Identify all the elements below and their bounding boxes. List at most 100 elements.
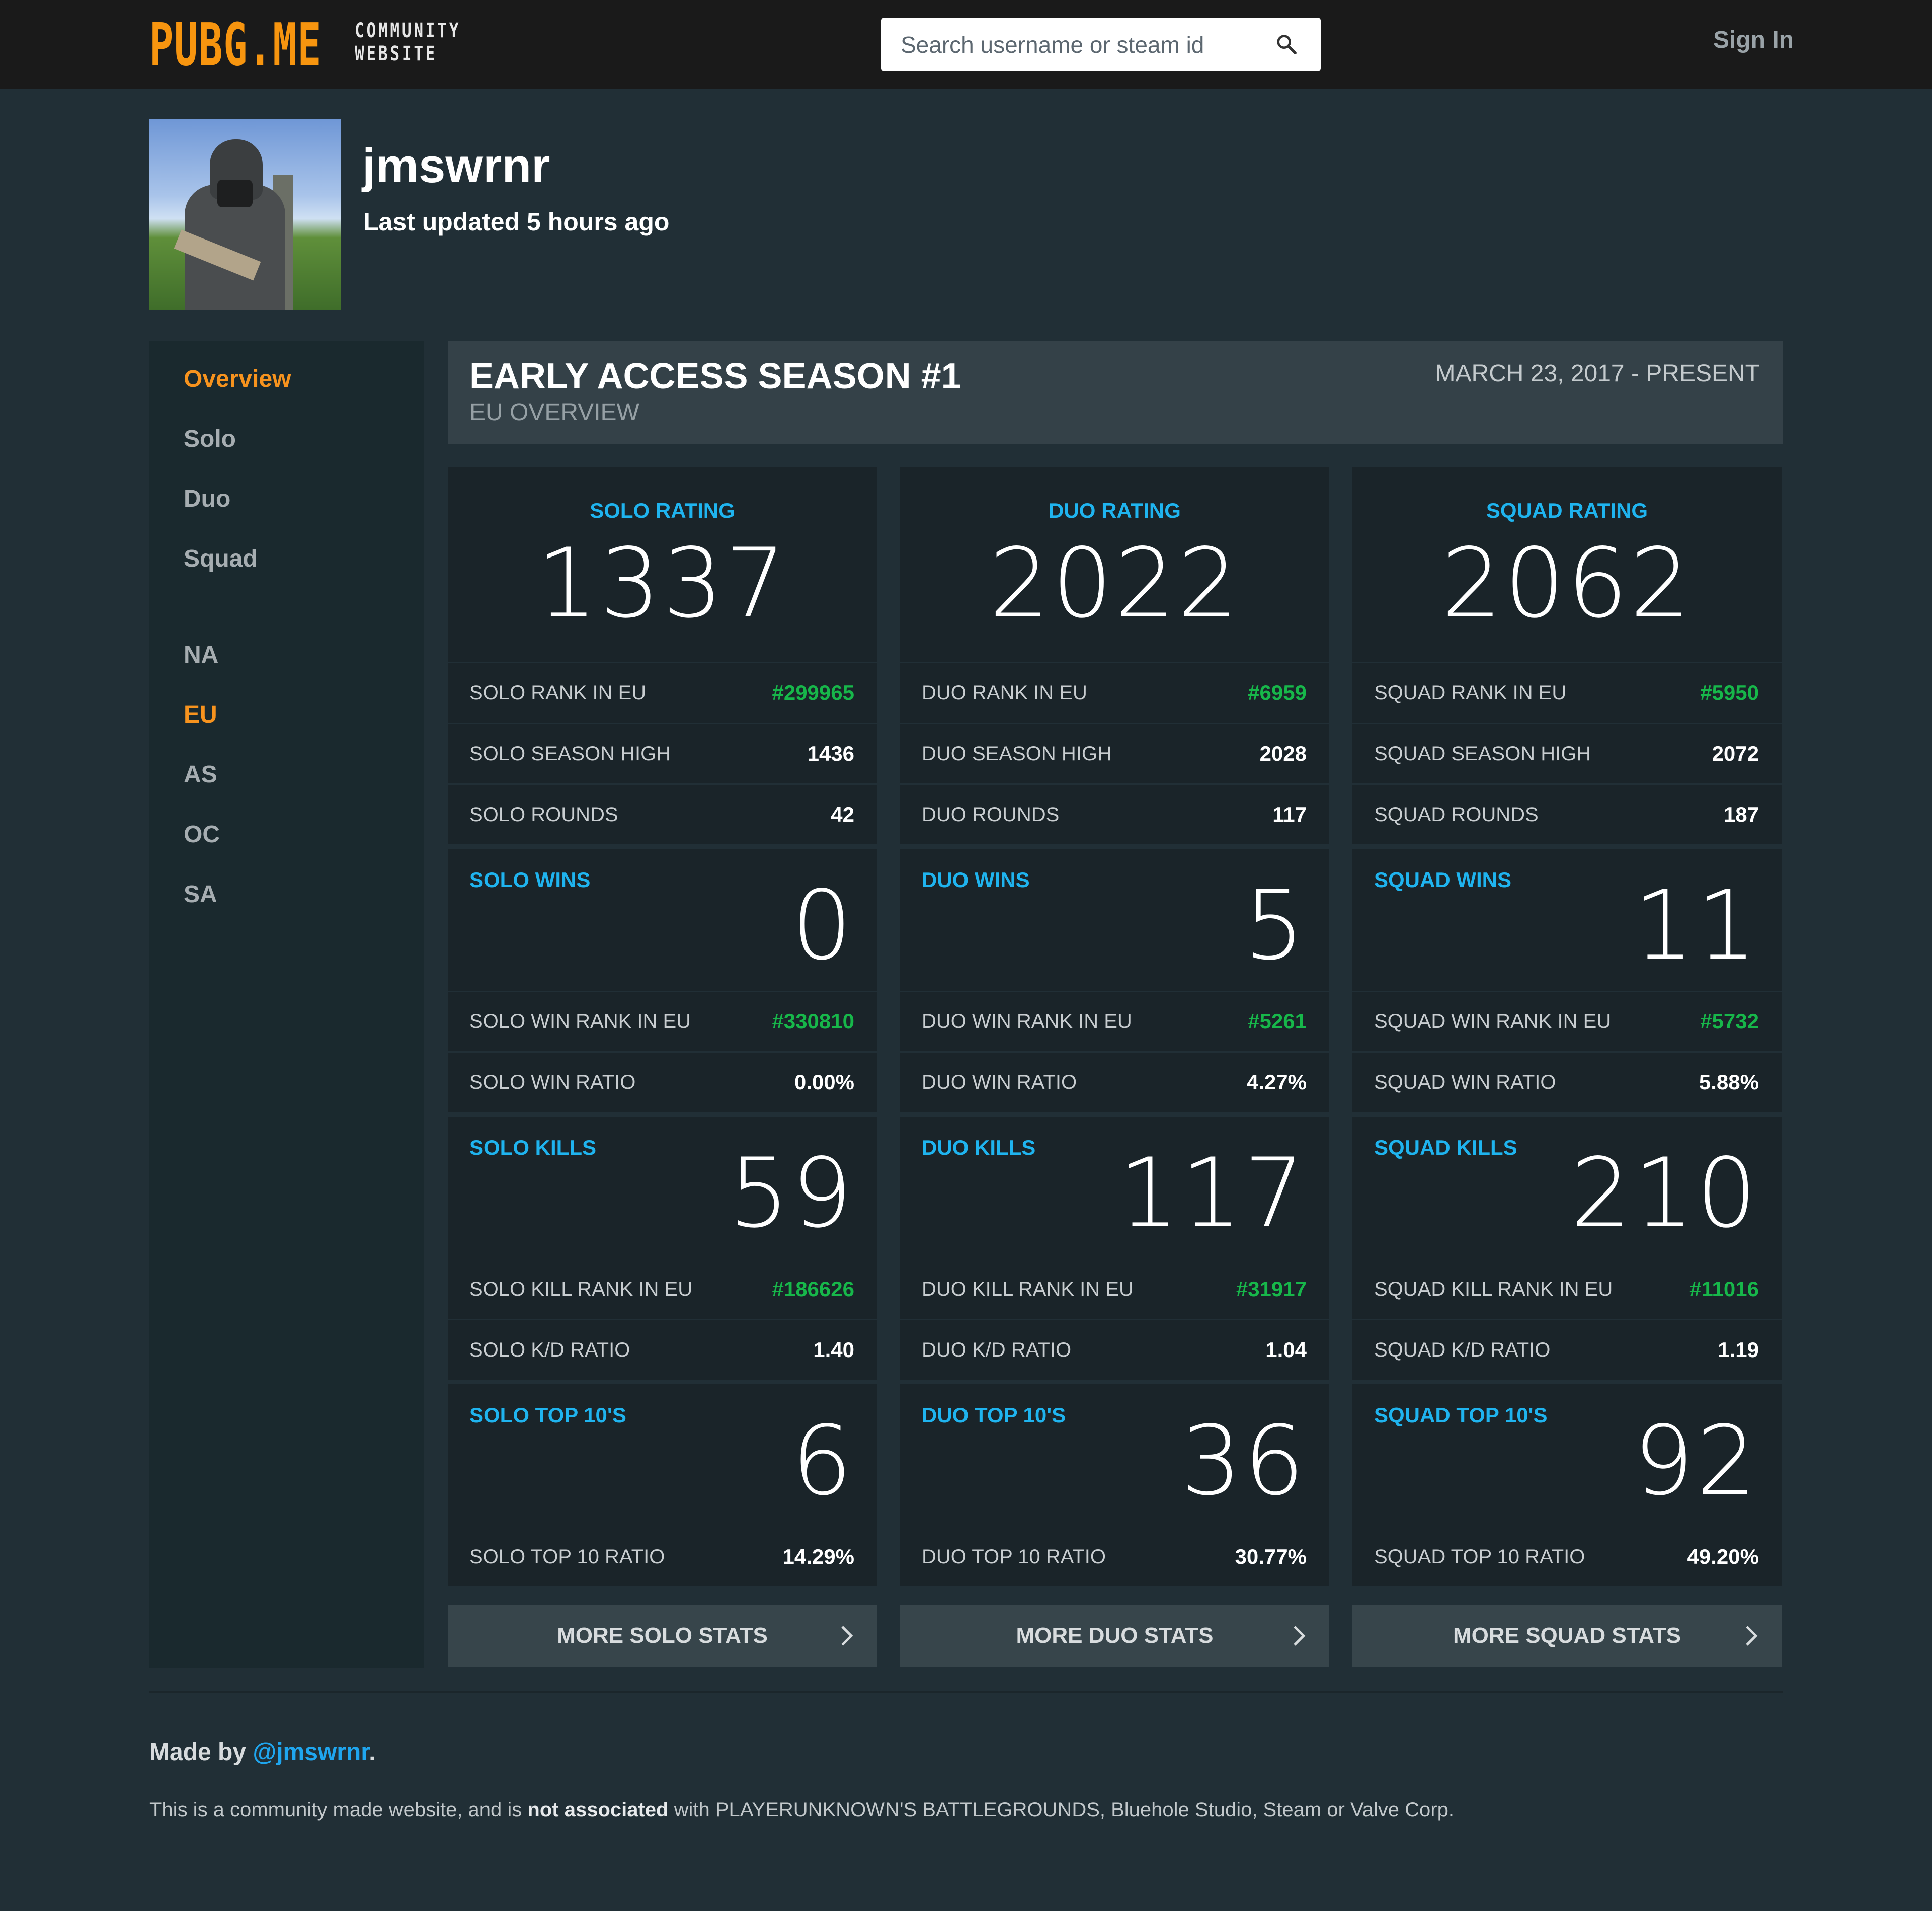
stat-label: DUO WIN RANK IN EU: [922, 1010, 1132, 1032]
duo-kills-card: DUO KILLS 117: [900, 1117, 1329, 1259]
solo-kills-value: 59: [729, 1138, 854, 1249]
stat-label: DUO K/D RATIO: [922, 1338, 1072, 1361]
stat-value: 187: [1723, 803, 1759, 826]
stat-row: SQUAD ROUNDS 187: [1352, 785, 1782, 844]
stat-row: SOLO K/D RATIO 1.40: [448, 1320, 877, 1380]
stat-label: SQUAD ROUNDS: [1374, 803, 1539, 826]
stat-value: 42: [831, 803, 854, 826]
avatar: [149, 119, 341, 310]
stat-value: 1.04: [1265, 1338, 1307, 1362]
stat-row: DUO ROUNDS 117: [900, 785, 1329, 844]
disclaimer-text: This is a community made website, and is…: [149, 1799, 1454, 1821]
sidebar-region-na[interactable]: NA: [184, 641, 218, 669]
search-box: [881, 18, 1321, 71]
solo-wins-label: SOLO WINS: [469, 868, 591, 892]
stat-label: SQUAD WIN RANK IN EU: [1374, 1010, 1612, 1032]
rank-value: #299965: [772, 681, 854, 704]
rank-value: #5261: [1248, 1009, 1307, 1033]
solo-kills-card: SOLO KILLS 59: [448, 1117, 877, 1259]
player-username: jmswrnr: [362, 139, 550, 193]
duo-rating-value: 2022: [989, 528, 1241, 639]
sidebar-region-as[interactable]: AS: [184, 761, 217, 788]
sidebar-item-overview[interactable]: Overview: [184, 365, 291, 393]
stat-row: SQUAD TOP 10 RATIO 49.20%: [1352, 1527, 1782, 1586]
duo-kills-label: DUO KILLS: [922, 1136, 1036, 1159]
solo-top10-label: SOLO TOP 10'S: [469, 1403, 626, 1427]
tagline-line-2: WEBSITE: [355, 42, 438, 65]
solo-top10-card: SOLO TOP 10'S 6: [448, 1384, 877, 1527]
site-logo[interactable]: PUBG.ME: [149, 9, 322, 81]
sidebar-region-sa[interactable]: SA: [184, 881, 217, 908]
stat-row: SOLO TOP 10 RATIO 14.29%: [448, 1527, 877, 1586]
squad-wins-card: SQUAD WINS 11: [1352, 849, 1782, 991]
stat-row: SOLO KILL RANK IN EU #186626: [448, 1259, 877, 1319]
stat-row: DUO K/D RATIO 1.04: [900, 1320, 1329, 1380]
chevron-right-icon: [1746, 1626, 1758, 1646]
sidebar-region-oc[interactable]: OC: [184, 821, 220, 848]
stat-label: SQUAD WIN RATIO: [1374, 1071, 1556, 1093]
sign-in-link[interactable]: Sign In: [1713, 26, 1794, 54]
stat-row: DUO WIN RANK IN EU #5261: [900, 992, 1329, 1051]
duo-top10-label: DUO TOP 10'S: [922, 1403, 1066, 1427]
footer-divider: [149, 1691, 1783, 1693]
made-by-suffix: .: [369, 1739, 376, 1766]
rank-value: #11016: [1689, 1277, 1759, 1301]
sidebar-region-eu[interactable]: EU: [184, 701, 217, 729]
sidebar-item-duo[interactable]: Duo: [184, 485, 230, 513]
author-link[interactable]: @jmswrnr: [253, 1739, 369, 1766]
stat-value: 1.40: [813, 1338, 854, 1362]
rank-value: #186626: [772, 1277, 854, 1301]
stat-value: 4.27%: [1246, 1070, 1307, 1094]
stat-label: SQUAD TOP 10 RATIO: [1374, 1545, 1585, 1568]
duo-top10-value: 36: [1181, 1405, 1307, 1517]
stat-label: SOLO WIN RATIO: [469, 1071, 636, 1093]
stat-value: 14.29%: [782, 1545, 854, 1568]
season-header: EARLY ACCESS SEASON #1 EU OVERVIEW MARCH…: [448, 341, 1783, 444]
duo-rating-label: DUO RATING: [1049, 499, 1181, 522]
more-duo-stats-label: MORE DUO STATS: [1016, 1623, 1214, 1648]
search-input[interactable]: [901, 24, 1263, 65]
duo-kills-value: 117: [1118, 1138, 1307, 1249]
solo-rating-value: 1337: [536, 528, 788, 639]
stat-row: SQUAD SEASON HIGH 2072: [1352, 724, 1782, 783]
stat-value: 1.19: [1718, 1338, 1759, 1362]
stat-label: SQUAD K/D RATIO: [1374, 1338, 1551, 1361]
more-squad-stats-button[interactable]: MORE SQUAD STATS: [1352, 1605, 1782, 1667]
more-duo-stats-button[interactable]: MORE DUO STATS: [900, 1605, 1329, 1667]
stat-row: SQUAD WIN RANK IN EU #5732: [1352, 992, 1782, 1051]
stat-row: SOLO RANK IN EU #299965: [448, 663, 877, 723]
stat-label: DUO WIN RATIO: [922, 1071, 1077, 1093]
stat-label: SQUAD SEASON HIGH: [1374, 742, 1591, 765]
stat-row: SOLO WIN RANK IN EU #330810: [448, 992, 877, 1051]
duo-wins-label: DUO WINS: [922, 868, 1030, 892]
stat-label: SOLO KILL RANK IN EU: [469, 1278, 693, 1300]
stat-row: DUO RANK IN EU #6959: [900, 663, 1329, 723]
more-solo-stats-button[interactable]: MORE SOLO STATS: [448, 1605, 877, 1667]
stat-label: DUO KILL RANK IN EU: [922, 1278, 1134, 1300]
season-subtitle: EU OVERVIEW: [469, 399, 639, 426]
squad-wins-value: 11: [1633, 870, 1759, 981]
stat-value: 0.00%: [794, 1070, 854, 1094]
sidebar-item-solo[interactable]: Solo: [184, 425, 236, 453]
disclaimer-part-1: This is a community made website, and is: [149, 1799, 528, 1821]
disclaimer-part-2: with PLAYERUNKNOWN'S BATTLEGROUNDS, Blue…: [668, 1799, 1454, 1821]
stat-value: 2072: [1712, 742, 1759, 765]
squad-rating-value: 2062: [1441, 528, 1693, 639]
rank-value: #5950: [1700, 681, 1759, 704]
stat-label: SQUAD KILL RANK IN EU: [1374, 1278, 1613, 1300]
more-solo-stats-label: MORE SOLO STATS: [557, 1623, 768, 1648]
sidebar-item-squad[interactable]: Squad: [184, 545, 258, 573]
stat-value: 117: [1272, 803, 1307, 826]
search-icon[interactable]: [1275, 33, 1298, 56]
stat-label: SOLO TOP 10 RATIO: [469, 1545, 665, 1568]
duo-rating-card: DUO RATING 2022: [900, 467, 1329, 662]
top-navbar: PUBG.ME COMMUNITY WEBSITE Sign In: [0, 0, 1932, 89]
duo-wins-value: 5: [1244, 870, 1307, 981]
stat-row: SQUAD K/D RATIO 1.19: [1352, 1320, 1782, 1380]
squad-top10-value: 92: [1633, 1405, 1759, 1517]
stat-label: SQUAD RANK IN EU: [1374, 681, 1567, 704]
made-by-prefix: Made by: [149, 1739, 253, 1766]
stat-row: SQUAD RANK IN EU #5950: [1352, 663, 1782, 723]
stat-value: 5.88%: [1699, 1070, 1759, 1094]
made-by-text: Made by @jmswrnr.: [149, 1738, 376, 1766]
